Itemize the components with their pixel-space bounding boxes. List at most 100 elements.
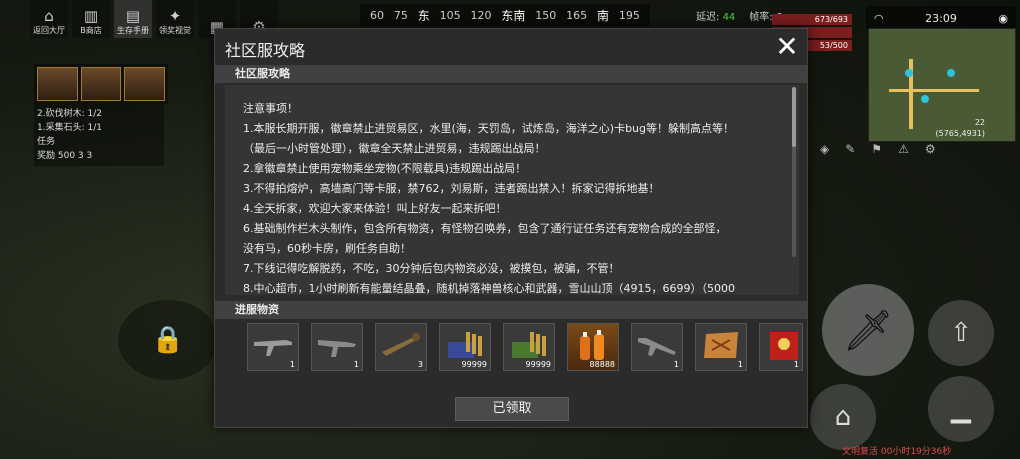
compass-mark: 165 xyxy=(566,8,588,22)
crouch-icon: ⌂ xyxy=(834,402,852,432)
avatar[interactable] xyxy=(80,67,122,101)
shop-button[interactable]: ▥ B商店 xyxy=(72,0,110,38)
notice-line: 6.基础制作栏木头制作，包含所有物资，有怪物召唤券，包含了通行证任务还有宠物合成… xyxy=(243,222,727,235)
minimap-level: 22 xyxy=(974,118,985,127)
latency-value: 44 xyxy=(722,12,736,23)
warning-icon[interactable]: ⚠ xyxy=(898,142,909,156)
dialog-title: 社区服攻略 xyxy=(225,41,306,60)
home-icon: ⌂ xyxy=(44,7,54,25)
notice-line: 8.中心超市，1小时刷新有能量结晶叠，随机掉落神兽核心和武器，雪山山顶（4915… xyxy=(243,282,735,295)
mask-icon[interactable]: ◈ xyxy=(820,142,829,156)
avatar[interactable] xyxy=(124,67,166,101)
item-count: 1 xyxy=(353,360,359,369)
shotgun-icon xyxy=(638,338,676,356)
revive-timer: 文明复活 00小时19分36秒 xyxy=(842,447,952,457)
notice-line: 没有马，60秒卡房，刷任务自助！ xyxy=(243,242,411,255)
notice-line: 7.下线记得吃解脱药，不吃，30分钟后包内物资必没，被摸包，被骗，不管！ xyxy=(243,262,620,275)
prone-button[interactable]: ▁ xyxy=(928,376,994,442)
scrollbar-thumb[interactable] xyxy=(792,87,796,147)
item-count: 99999 xyxy=(525,360,551,369)
compass-mark: 195 xyxy=(618,8,640,22)
section-guide-header: 社区服攻略 xyxy=(215,65,807,83)
team-portraits xyxy=(34,64,168,104)
rifle-icon xyxy=(318,340,356,357)
lock-icon: 🔒 xyxy=(151,325,185,355)
item-slot[interactable]: 88888 xyxy=(567,323,619,371)
notice-line: 1.本服长期开服，徽章禁止进贸易区，水里(海，天罚岛，试炼岛，海洋之心)卡bug… xyxy=(243,122,735,135)
notice-line: 4.全天拆家，欢迎大家来体验！叫上好友一起来拆吧！ xyxy=(243,202,507,215)
compass-mark: 60 xyxy=(370,8,384,22)
item-slot[interactable]: 3 xyxy=(375,323,427,371)
compass-mark: 东 xyxy=(417,8,430,23)
knife-icon: 🗡 xyxy=(842,307,894,354)
feather-icon[interactable]: ✎ xyxy=(845,142,855,156)
clock-text: 23:09 xyxy=(925,11,957,25)
quest-item: 1.采集石头: 1/1 xyxy=(37,123,102,133)
wifi-icon: ◠ xyxy=(874,11,884,25)
item-count: 99999 xyxy=(461,360,487,369)
compass-mark: 120 xyxy=(470,8,492,22)
notice-line: 3.不得拍熔炉，高墙高门等卡服，禁762，刘易斯，违者踢出禁入！拆家记得拆地基！ xyxy=(243,182,660,195)
item-slot[interactable]: 1 xyxy=(759,323,803,371)
item-count: 1 xyxy=(289,360,295,369)
minimap-marker xyxy=(921,95,929,103)
item-slot[interactable]: 99999 xyxy=(503,323,555,371)
close-button[interactable]: ✕ xyxy=(773,33,801,63)
handbook-button[interactable]: ▤ 生存手册 xyxy=(114,0,152,38)
section-items-header: 进服物资 xyxy=(215,301,807,319)
compass-mark: 南 xyxy=(597,8,610,23)
community-guide-dialog: 社区服攻略 ✕ 社区服攻略 注意事项！ 1.本服长期开服，徽章禁止进贸易区，水里… xyxy=(214,28,808,428)
item-slot[interactable]: 1 xyxy=(247,323,299,371)
red-envelope-icon xyxy=(770,332,798,360)
compass-mark: 75 xyxy=(393,8,408,22)
item-slot[interactable]: 1 xyxy=(695,323,747,371)
close-icon: ✕ xyxy=(775,30,799,63)
book-icon: ▤ xyxy=(125,7,141,25)
compass-mark: 东南 xyxy=(501,8,526,23)
drink-bottles-icon xyxy=(580,330,604,360)
item-count: 1 xyxy=(737,360,743,369)
health-bar: 673/693 xyxy=(772,14,852,25)
jump-button[interactable]: ⇧ xyxy=(928,300,994,366)
notice-line: （最后一小时管处理），徽章全天禁止进贸易，违规踢出战局！ xyxy=(243,142,546,155)
item-slot[interactable]: 1 xyxy=(631,323,683,371)
minimap[interactable]: 22 (5765,4931) xyxy=(868,28,1016,142)
claimed-button[interactable]: 已领取 xyxy=(455,397,569,421)
avatar[interactable] xyxy=(37,67,78,101)
quest-panel[interactable]: 2.砍伐树木: 1/2 1.采集石头: 1/1 任务 奖励 500 3 3 xyxy=(34,104,164,166)
treasure-map-icon xyxy=(704,332,738,358)
minimap-marker xyxy=(947,69,955,77)
joystick[interactable]: 🔒 xyxy=(118,300,218,380)
rewards-button[interactable]: ✦ 领奖视觉 xyxy=(156,0,194,38)
quest-reward: 奖励 500 3 3 xyxy=(37,151,93,161)
item-count: 1 xyxy=(673,360,679,369)
minimap-marker xyxy=(905,69,913,77)
minimap-road xyxy=(889,89,979,92)
compass-mark: 105 xyxy=(439,8,461,22)
item-slot[interactable]: 1 xyxy=(311,323,363,371)
attack-button[interactable]: 🗡 xyxy=(822,284,914,376)
item-count: 1 xyxy=(793,360,799,369)
quest-item: 2.砍伐树木: 1/2 xyxy=(37,109,102,119)
minimap-coords: (5765,4931) xyxy=(935,129,985,138)
notice-panel[interactable]: 注意事项！ 1.本服长期开服，徽章禁止进贸易区，水里(海，天罚岛，试炼岛，海洋之… xyxy=(225,85,799,295)
home-button[interactable]: ⌂ 返回大厅 xyxy=(30,0,68,38)
compass-mark: 150 xyxy=(535,8,557,22)
notice-line: 注意事项！ xyxy=(243,102,298,115)
item-count: 88888 xyxy=(589,360,615,369)
gift-icon: ✦ xyxy=(168,7,182,25)
prone-icon: ▁ xyxy=(951,394,971,424)
shop-icon: ▥ xyxy=(83,7,99,25)
item-list: 1 1 3 99999 99999 88888 1 1 1 xyxy=(247,323,803,371)
item-slot[interactable]: 99999 xyxy=(439,323,491,371)
crouch-button[interactable]: ⌂ xyxy=(810,384,876,450)
jump-icon: ⇧ xyxy=(950,318,972,348)
gear-icon[interactable]: ⚙ xyxy=(925,142,936,156)
rpg-icon xyxy=(382,333,420,356)
assault-rifle-icon xyxy=(254,340,292,356)
green-ammo-icon xyxy=(512,332,546,358)
latency-label: 延迟: xyxy=(696,12,720,23)
compass-bar: 60 75 东 105 120 东南 150 165 南 195 xyxy=(360,4,650,26)
network-stats: 延迟: 44 帧率: 6 xyxy=(696,8,782,23)
flag-icon[interactable]: ⚑ xyxy=(871,142,882,156)
